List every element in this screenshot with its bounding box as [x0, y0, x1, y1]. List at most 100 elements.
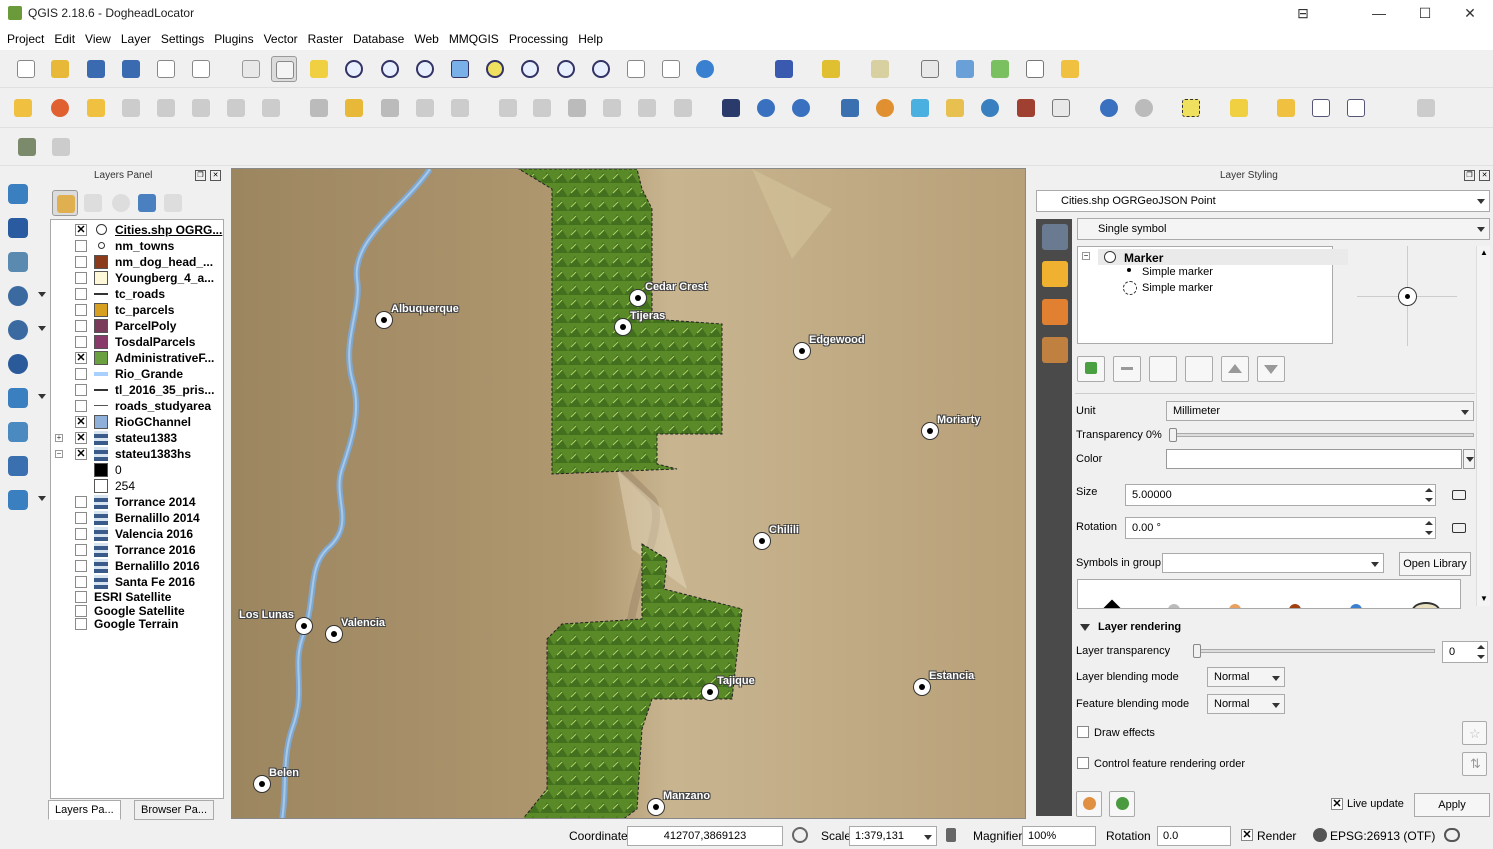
action-icon[interactable] [1131, 95, 1157, 121]
add-virtual-layer-icon[interactable] [4, 418, 32, 446]
layer-tool-icon[interactable] [718, 95, 744, 121]
symbol-grey-circle-icon[interactable] [1168, 604, 1180, 608]
symbol-library-strip[interactable] [1077, 579, 1461, 609]
layer-row[interactable]: TosdalParcels [51, 334, 223, 350]
rotation-status-spinbox[interactable]: 0.0 [1157, 826, 1231, 846]
menu-mmqgis[interactable]: MMQGIS [444, 28, 504, 50]
feature-blending-combo[interactable]: Normal [1207, 694, 1285, 714]
layer-row[interactable]: nm_dog_head_... [51, 254, 223, 270]
sync-icon[interactable] [987, 56, 1013, 82]
minimize-button[interactable]: — [1356, 0, 1402, 28]
globe-zoom-icon[interactable] [788, 95, 814, 121]
layer-transparency-slider[interactable] [1193, 649, 1435, 653]
menu-web[interactable]: Web [409, 28, 443, 50]
more-tools-icon[interactable] [200, 190, 226, 216]
symbol-diamond-icon[interactable] [1103, 599, 1121, 608]
menu-raster[interactable]: Raster [303, 28, 348, 50]
map-canvas[interactable]: Albuquerque Cedar Crest Tijeras Edgewood Mor… [231, 168, 1026, 819]
size-spinbox[interactable]: 5.00000 [1125, 484, 1436, 506]
symbol-orange-circle-icon[interactable] [1229, 604, 1241, 608]
expand-toggle-icon[interactable]: + [55, 434, 63, 442]
move-label-icon[interactable] [188, 95, 214, 121]
layer-row[interactable]: ParcelPoly [51, 318, 223, 334]
close-button[interactable]: ✕ [1447, 0, 1493, 28]
new-bookmark-icon[interactable] [623, 56, 649, 82]
zoom-native-icon[interactable] [412, 56, 438, 82]
layer-visibility-checkbox[interactable] [75, 240, 87, 252]
panel-float-icon[interactable]: ❐ [195, 170, 206, 181]
plugin-tools-icon[interactable] [14, 134, 40, 160]
styling-scrollbar[interactable]: ▲ ▼ [1476, 246, 1490, 606]
cut-features-icon[interactable] [599, 95, 625, 121]
layer-visibility-checkbox[interactable]: ✕ [75, 448, 87, 460]
zoom-to-layer-icon[interactable] [517, 56, 543, 82]
control-order-checkbox[interactable] [1077, 757, 1089, 769]
layer-row[interactable]: Valencia 2016 [51, 526, 223, 542]
layer-row[interactable]: tl_2016_35_pris... [51, 382, 223, 398]
layer-visibility-checkbox[interactable] [75, 384, 87, 396]
profile-tool-icon[interactable] [1013, 95, 1039, 121]
redo-style-button[interactable] [1109, 791, 1135, 817]
plugin-icon[interactable] [818, 56, 844, 82]
move-feature-icon[interactable] [447, 95, 473, 121]
folder-icon[interactable] [942, 95, 968, 121]
move-down-button[interactable] [1257, 356, 1285, 382]
copy-features-icon[interactable] [634, 95, 660, 121]
attribute-table-icon[interactable] [1308, 95, 1334, 121]
layer-visibility-checkbox[interactable]: ✕ [75, 352, 87, 364]
duplicate-symbol-layer-button[interactable] [1185, 356, 1213, 382]
layer-visibility-checkbox[interactable] [75, 528, 87, 540]
show-hide-label-icon[interactable] [153, 95, 179, 121]
panel-close-icon[interactable]: ✕ [210, 170, 221, 181]
layer-row[interactable]: tc_roads [51, 286, 223, 302]
lock-scale-icon[interactable] [946, 828, 956, 842]
refresh-icon[interactable] [692, 56, 718, 82]
add-wms-layer-icon[interactable] [4, 316, 46, 344]
layer-row[interactable]: Youngberg_4_a... [51, 270, 223, 286]
select-by-value-icon[interactable] [1226, 95, 1252, 121]
open-project-icon[interactable] [47, 56, 73, 82]
layer-row[interactable]: Santa Fe 2016 [51, 574, 223, 590]
symbol-brown-circle-icon[interactable] [1289, 604, 1301, 608]
tab-layers-panel[interactable]: Layers Pa... [48, 800, 121, 820]
layer-row[interactable]: Torrance 2014 [51, 494, 223, 510]
georeferencer-icon[interactable] [952, 56, 978, 82]
filter-legend-icon[interactable] [134, 190, 160, 216]
crs-status[interactable]: EPSG:26913 (OTF) [1330, 829, 1435, 843]
symbols-group-combo[interactable] [1162, 553, 1384, 573]
layer-visibility-checkbox[interactable] [75, 272, 87, 284]
remove-symbol-layer-button[interactable] [1113, 356, 1141, 382]
add-raster-layer-icon[interactable] [4, 214, 32, 242]
pin-label-icon[interactable] [118, 95, 144, 121]
globe-3d-icon[interactable] [977, 95, 1003, 121]
rotation-spinbox[interactable]: 0.00 ° [1125, 517, 1436, 539]
rotate-label-icon[interactable] [223, 95, 249, 121]
layer-row[interactable]: 254 [51, 478, 223, 494]
new-shapefile-icon[interactable] [4, 452, 32, 480]
color-swatch-button[interactable] [1166, 449, 1462, 469]
move-up-button[interactable] [1221, 356, 1249, 382]
node-tool-icon[interactable] [495, 95, 521, 121]
layer-visibility-checkbox[interactable] [75, 591, 87, 603]
layer-visibility-checkbox[interactable] [75, 576, 87, 588]
layer-diagram-icon[interactable] [47, 95, 73, 121]
new-print-composer-icon[interactable] [153, 56, 179, 82]
layer-row[interactable]: ✕ RioGChannel [51, 414, 223, 430]
panel-close-icon[interactable]: ✕ [1479, 170, 1490, 181]
tree-collapse-icon[interactable]: − [1082, 252, 1090, 260]
layer-visibility-checkbox[interactable] [75, 544, 87, 556]
draw-effects-checkbox[interactable] [1077, 726, 1089, 738]
layer-row[interactable]: roads_studyarea [51, 398, 223, 414]
menu-layer[interactable]: Layer [116, 28, 156, 50]
layer-visibility-checkbox[interactable] [75, 288, 87, 300]
menu-view[interactable]: View [80, 28, 116, 50]
expression-filter-icon[interactable] [160, 190, 186, 216]
show-bookmarks-icon[interactable] [658, 56, 684, 82]
pan-to-selection-icon[interactable] [306, 56, 332, 82]
symbol-ellipse-icon[interactable] [1412, 602, 1440, 608]
save-project-icon[interactable] [83, 56, 109, 82]
deselect-icon[interactable] [1273, 95, 1299, 121]
tree-simple-marker-1[interactable]: Simple marker [1142, 266, 1213, 278]
field-calculator-icon[interactable] [1343, 95, 1369, 121]
add-feature-icon[interactable] [412, 95, 438, 121]
